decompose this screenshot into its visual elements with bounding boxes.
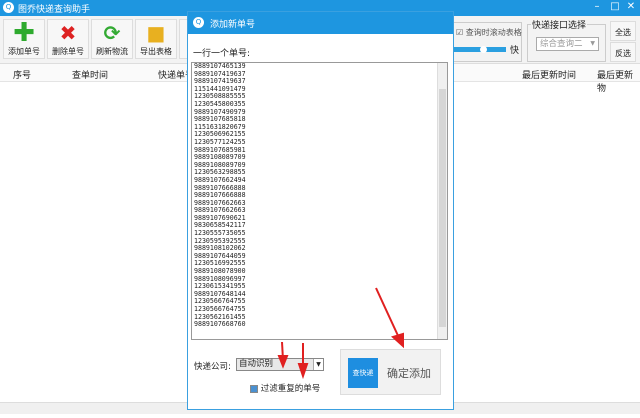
annotation-arrows (277, 287, 404, 380)
arrow-confirm (375, 287, 401, 341)
arrow-head (391, 332, 404, 349)
arrow-head (277, 355, 289, 369)
arrow-head (297, 363, 309, 380)
